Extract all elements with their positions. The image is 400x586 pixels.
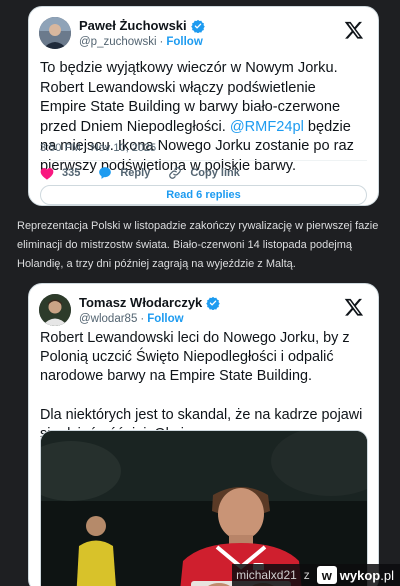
verified-badge-icon: [206, 296, 221, 310]
like-button[interactable]: 335: [40, 167, 80, 180]
tweet-header: Tomasz Włodarczyk @wlodar85 · Follow: [39, 294, 368, 330]
tweet-actions: 335 Reply Copy link: [40, 166, 258, 180]
watermark: michalxd21 z w wykop.pl: [232, 564, 400, 586]
tweet-text: To będzie wyjątkowy wieczór w Nowym Jork…: [40, 59, 366, 176]
display-name[interactable]: Paweł Żuchowski: [79, 18, 187, 33]
username[interactable]: michalxd21: [236, 568, 297, 582]
link-icon: [168, 166, 182, 180]
site-name[interactable]: wykop.pl: [340, 568, 394, 583]
x-logo-icon[interactable]: [344, 20, 364, 40]
like-count: 335: [62, 167, 81, 179]
display-name[interactable]: Tomasz Włodarczyk: [79, 295, 202, 310]
mention-link[interactable]: @RMF24pl: [230, 119, 304, 135]
tweet-photo[interactable]: [40, 430, 368, 586]
handle[interactable]: @wlodar85: [79, 313, 137, 325]
heart-icon: [40, 167, 54, 180]
embedded-tweet-wlodarczyk[interactable]: Tomasz Włodarczyk @wlodar85 · Follow Rober…: [28, 283, 379, 586]
x-logo-icon[interactable]: [344, 297, 364, 317]
tweet-text: Robert Lewandowski leci do Nowego Jorku,…: [40, 329, 366, 444]
read-replies-button[interactable]: Read 6 replies: [40, 185, 367, 205]
tweet-timestamp[interactable]: 3:50 PM · Nov 10, 2025: [40, 142, 156, 154]
reply-label: Reply: [120, 167, 151, 179]
tweet-header: Paweł Żuchowski @p_zuchowski · Follow: [39, 17, 368, 53]
author-block: Tomasz Włodarczyk @wlodar85 · Follow: [79, 295, 221, 325]
copy-link-button[interactable]: Copy link: [168, 166, 240, 180]
site-tld: .pl: [380, 567, 394, 583]
avatar[interactable]: [39, 17, 71, 49]
tweet-paragraph: Robert Lewandowski leci do Nowego Jorku,…: [40, 330, 350, 385]
separator: ·: [140, 313, 145, 325]
site-name-main: wykop: [339, 567, 381, 583]
copy-link-label: Copy link: [190, 167, 240, 179]
follow-button[interactable]: Follow: [166, 36, 202, 48]
author-block: Paweł Żuchowski @p_zuchowski · Follow: [79, 18, 205, 48]
reply-button[interactable]: Reply: [98, 166, 150, 180]
wykop-logo-icon: w: [316, 566, 337, 584]
from-label: z: [303, 568, 310, 582]
follow-button[interactable]: Follow: [147, 313, 183, 325]
avatar[interactable]: [39, 294, 71, 326]
embedded-tweet-zuchowski[interactable]: Paweł Żuchowski @p_zuchowski · Follow To b…: [28, 6, 379, 206]
verified-badge-icon: [190, 19, 205, 33]
handle[interactable]: @p_zuchowski: [79, 36, 157, 48]
divider: [40, 160, 367, 161]
post-body-text: Reprezentacja Polski w listopadzie zakoń…: [17, 220, 379, 270]
separator: ·: [159, 36, 164, 48]
reply-bubble-icon: [98, 166, 112, 180]
